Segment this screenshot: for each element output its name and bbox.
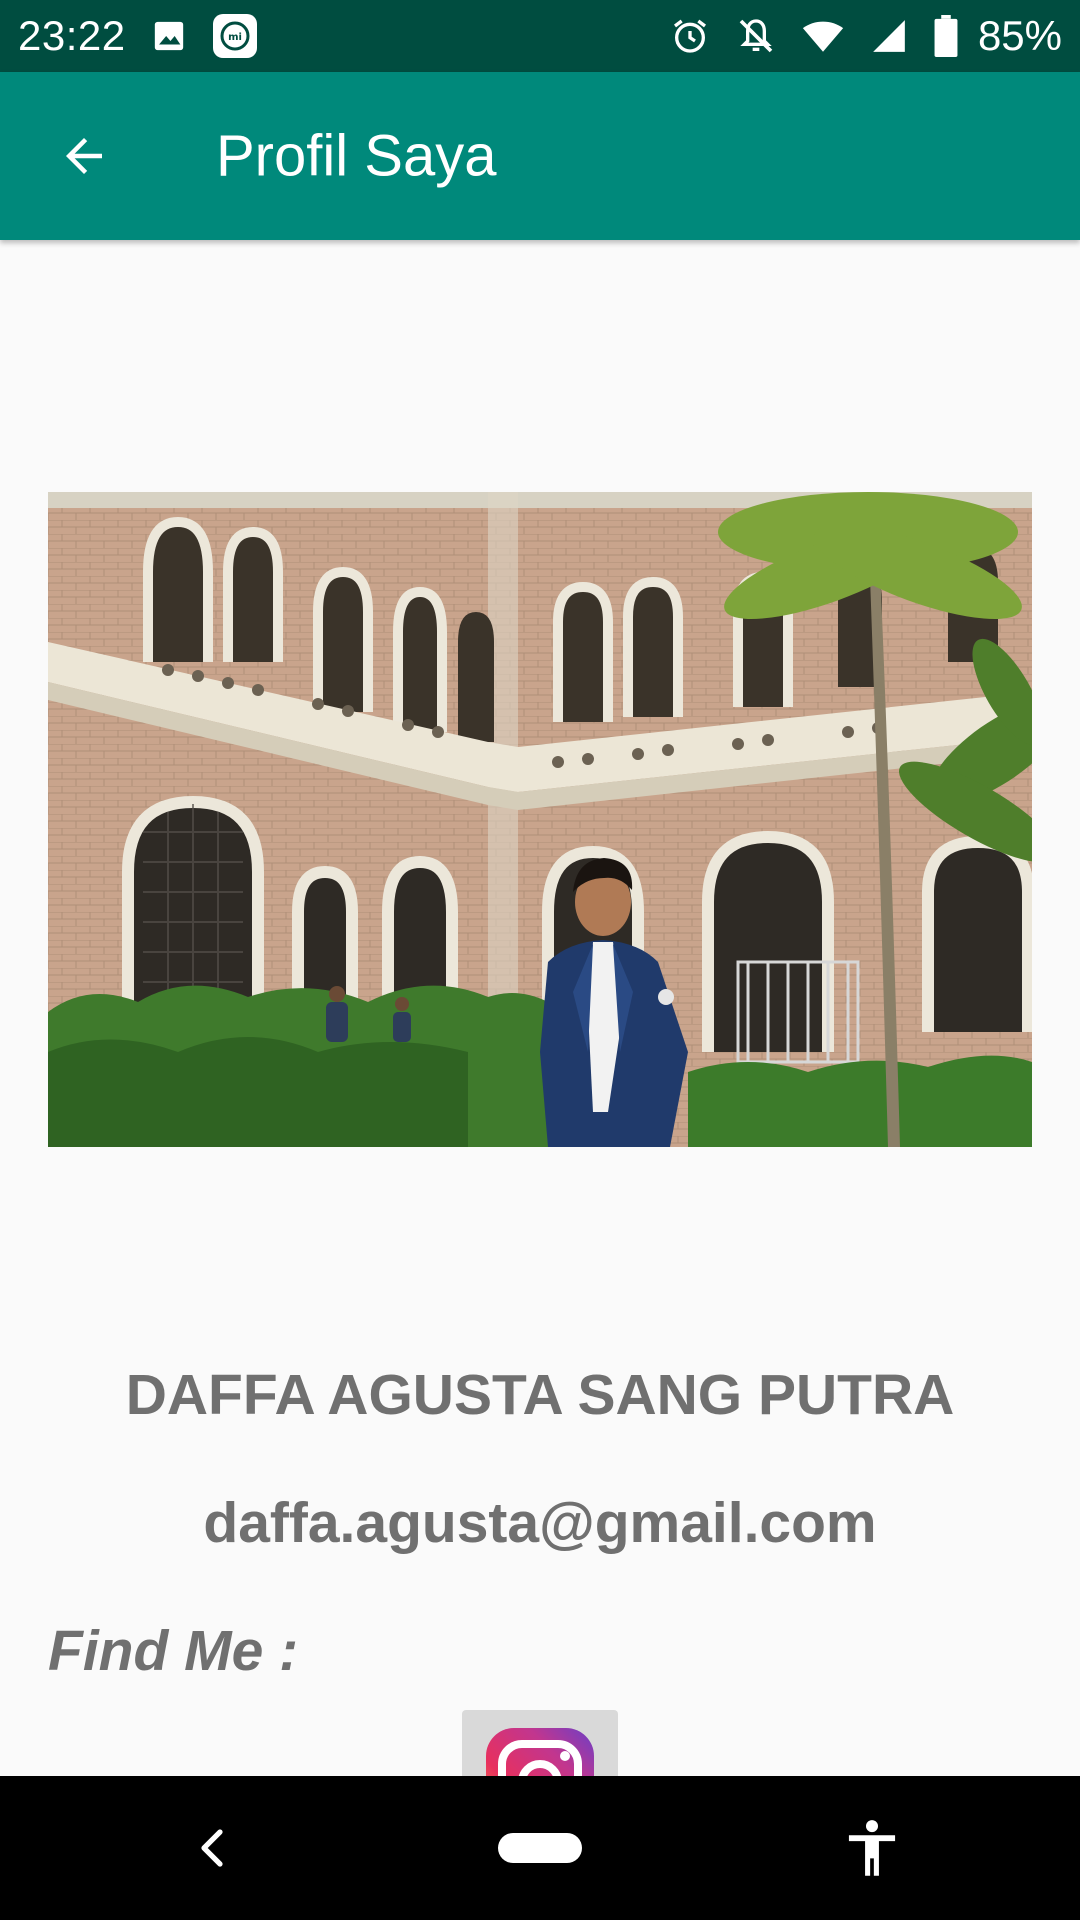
app-bar: Profil Saya	[0, 72, 1080, 240]
svg-text:mi: mi	[228, 32, 242, 43]
profile-photo	[48, 492, 1032, 1147]
wifi-icon	[802, 17, 844, 55]
status-right-group: 85%	[670, 12, 1062, 60]
accessibility-button[interactable]	[836, 1812, 908, 1884]
accessibility-icon	[848, 1820, 896, 1876]
nav-back-button[interactable]	[180, 1816, 244, 1880]
image-icon	[152, 19, 186, 53]
find-me-label: Find Me :	[48, 1619, 299, 1683]
home-pill-icon[interactable]	[498, 1833, 582, 1863]
profile-name: DAFFA AGUSTA SANG PUTRA	[125, 1363, 955, 1427]
battery-icon	[934, 15, 958, 57]
status-time: 23:22	[18, 12, 126, 59]
page-title: Profil Saya	[216, 123, 497, 189]
mi-icon: mi	[212, 13, 258, 59]
arrow-back-icon	[66, 138, 102, 174]
profile-email: daffa.agusta@gmail.com	[203, 1491, 877, 1555]
status-bar: 23:22 mi 85%	[0, 0, 1080, 72]
nav-back-icon	[201, 1829, 223, 1867]
signal-icon	[870, 17, 908, 55]
notifications-off-icon	[736, 16, 776, 56]
alarm-icon	[670, 16, 710, 56]
profile-screen: 23:22 mi 85% Profil Saya DAFFA AGUSTA SA…	[0, 0, 1080, 1920]
status-left-group: 23:22 mi	[18, 12, 258, 60]
battery-percent: 85%	[977, 12, 1062, 59]
navigation-bar	[0, 1776, 1080, 1920]
back-button[interactable]	[48, 120, 120, 192]
